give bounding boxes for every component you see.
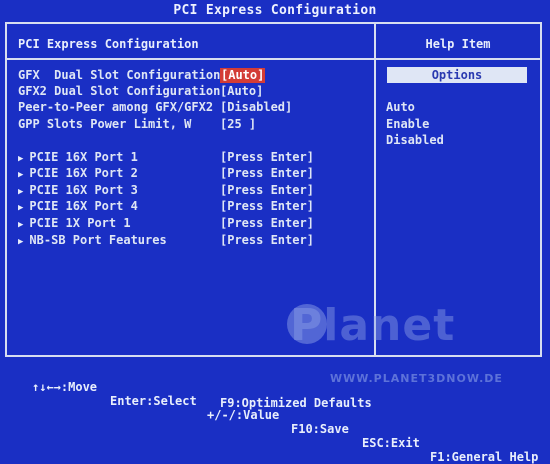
- setting-label: GFX Dual Slot Configuration: [18, 68, 221, 82]
- help-title: Help Item: [425, 37, 491, 51]
- footer-keys-2: F9:Optimized Defaults: [0, 382, 550, 410]
- setting-value[interactable]: [25 ]: [220, 117, 256, 132]
- section-title: PCI Express Configuration: [18, 37, 199, 51]
- footer-value: +/-/:Value: [207, 408, 280, 422]
- submenu-arrow-icon: ▶: [18, 170, 24, 180]
- submenu-label: PCIE 16X Port 3: [29, 183, 138, 197]
- footer-keys: ↑↓←→:Move Enter:Select +/-/:Value F10:Sa…: [0, 366, 550, 464]
- footer-defaults: F9:Optimized Defaults: [220, 396, 372, 410]
- submenu-arrow-icon: ▶: [18, 220, 24, 230]
- submenu-nb-sb-port-features[interactable]: ▶ NB-SB Port Features [Press Enter]: [18, 233, 314, 248]
- option-disabled: Disabled: [386, 133, 444, 147]
- submenu-arrow-icon: ▶: [18, 237, 24, 247]
- setting-gfx-dual-slot[interactable]: GFX Dual Slot Configuration [Auto]: [18, 68, 266, 83]
- watermark-brand: Planet: [290, 300, 456, 351]
- submenu-label: PCIE 16X Port 4: [29, 199, 138, 213]
- submenu-pcie16x-port2[interactable]: ▶ PCIE 16X Port 2 [Press Enter]: [18, 166, 314, 181]
- setting-gfx2-dual-slot[interactable]: GFX2 Dual Slot Configuration [Auto]: [18, 84, 263, 99]
- submenu-value[interactable]: [Press Enter]: [220, 216, 314, 231]
- submenu-label: PCIE 16X Port 2: [29, 166, 138, 180]
- submenu-label: PCIE 16X Port 1: [29, 150, 138, 164]
- setting-peer-to-peer[interactable]: Peer-to-Peer among GFX/GFX2 [Disabled]: [18, 100, 292, 115]
- setting-value[interactable]: [Auto]: [220, 68, 266, 83]
- submenu-pcie16x-port4[interactable]: ▶ PCIE 16X Port 4 [Press Enter]: [18, 199, 314, 214]
- submenu-arrow-icon: ▶: [18, 187, 24, 197]
- setting-label: Peer-to-Peer among GFX/GFX2: [18, 100, 214, 114]
- submenu-pcie16x-port3[interactable]: ▶ PCIE 16X Port 3 [Press Enter]: [18, 183, 314, 198]
- setting-label: GFX2 Dual Slot Configuration: [18, 84, 221, 98]
- setting-gpp-power-limit[interactable]: GPP Slots Power Limit, W [25 ]: [18, 117, 256, 132]
- submenu-label: NB-SB Port Features: [29, 233, 167, 247]
- submenu-arrow-icon: ▶: [18, 203, 24, 213]
- submenu-value[interactable]: [Press Enter]: [220, 199, 314, 214]
- setting-label: GPP Slots Power Limit, W: [18, 117, 192, 131]
- options-header: Options: [387, 67, 527, 83]
- submenu-arrow-icon: ▶: [18, 154, 24, 164]
- submenu-value[interactable]: [Press Enter]: [220, 233, 314, 248]
- footer-save: F10:Save: [291, 422, 349, 436]
- setting-value[interactable]: [Auto]: [220, 84, 263, 99]
- page-title: PCI Express Configuration: [173, 3, 377, 18]
- option-enable: Enable: [386, 117, 430, 131]
- right-header-separator: [375, 58, 542, 60]
- submenu-pcie1x-port1[interactable]: ▶ PCIE 1X Port 1 [Press Enter]: [18, 216, 314, 231]
- setting-value[interactable]: [Disabled]: [220, 100, 292, 115]
- footer-help: F1:General Help: [430, 450, 539, 464]
- option-auto: Auto: [386, 100, 415, 114]
- left-header-separator: [5, 58, 375, 60]
- submenu-value[interactable]: [Press Enter]: [220, 183, 314, 198]
- submenu-value[interactable]: [Press Enter]: [220, 166, 314, 181]
- submenu-pcie16x-port1[interactable]: ▶ PCIE 16X Port 1 [Press Enter]: [18, 150, 314, 165]
- submenu-value[interactable]: [Press Enter]: [220, 150, 314, 165]
- footer-exit: ESC:Exit: [362, 436, 420, 450]
- submenu-label: PCIE 1X Port 1: [29, 216, 131, 230]
